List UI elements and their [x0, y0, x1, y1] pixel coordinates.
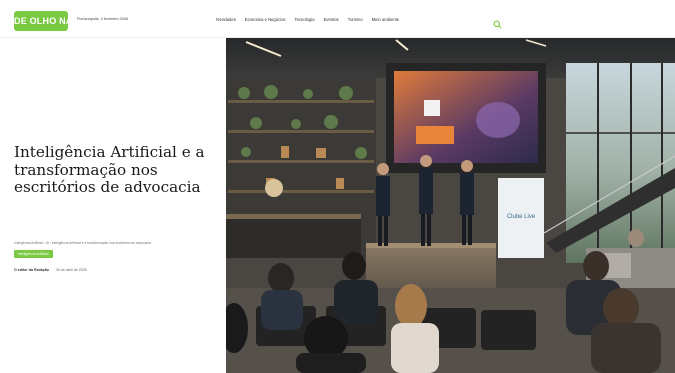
- nav-item-tecnologia[interactable]: Tecnologia: [295, 17, 315, 22]
- nav-item-economia[interactable]: Economia e Negócios: [245, 17, 286, 22]
- nav-item-meio-ambiente[interactable]: Meio ambiente: [372, 17, 399, 22]
- nav-item-turismo[interactable]: Turismo: [348, 17, 363, 22]
- header-date: Florianópolis, 3 fevereiro 2026: [77, 17, 129, 21]
- nav-item-eventos[interactable]: Eventos: [324, 17, 339, 22]
- site-header: DE OLHO NA ILHA Florianópolis, 3 feverei…: [0, 0, 675, 38]
- main-nav: Novidades Economia e Negócios Tecnologia…: [216, 17, 399, 22]
- event-photo: Clube Live: [226, 38, 675, 373]
- category-badge[interactable]: Inteligência Artificial: [14, 250, 53, 258]
- author-name[interactable]: O editor da Redação: [14, 268, 49, 272]
- hero-image: Clube Live: [226, 38, 675, 373]
- nav-item-novidades[interactable]: Novidades: [216, 17, 236, 22]
- search-icon[interactable]: [493, 16, 502, 29]
- publish-date: 30 de abril de 2025: [55, 268, 87, 272]
- site-logo[interactable]: DE OLHO NA ILHA: [14, 11, 68, 31]
- banner-text: Clube Live: [507, 214, 536, 220]
- article-byline: O editor da Redação 30 de abril de 2025: [14, 268, 87, 272]
- article-title: Inteligência Artificial e a transformaçã…: [14, 143, 205, 196]
- breadcrumb: Inteligência Artificial › IA › Inteligên…: [14, 241, 151, 245]
